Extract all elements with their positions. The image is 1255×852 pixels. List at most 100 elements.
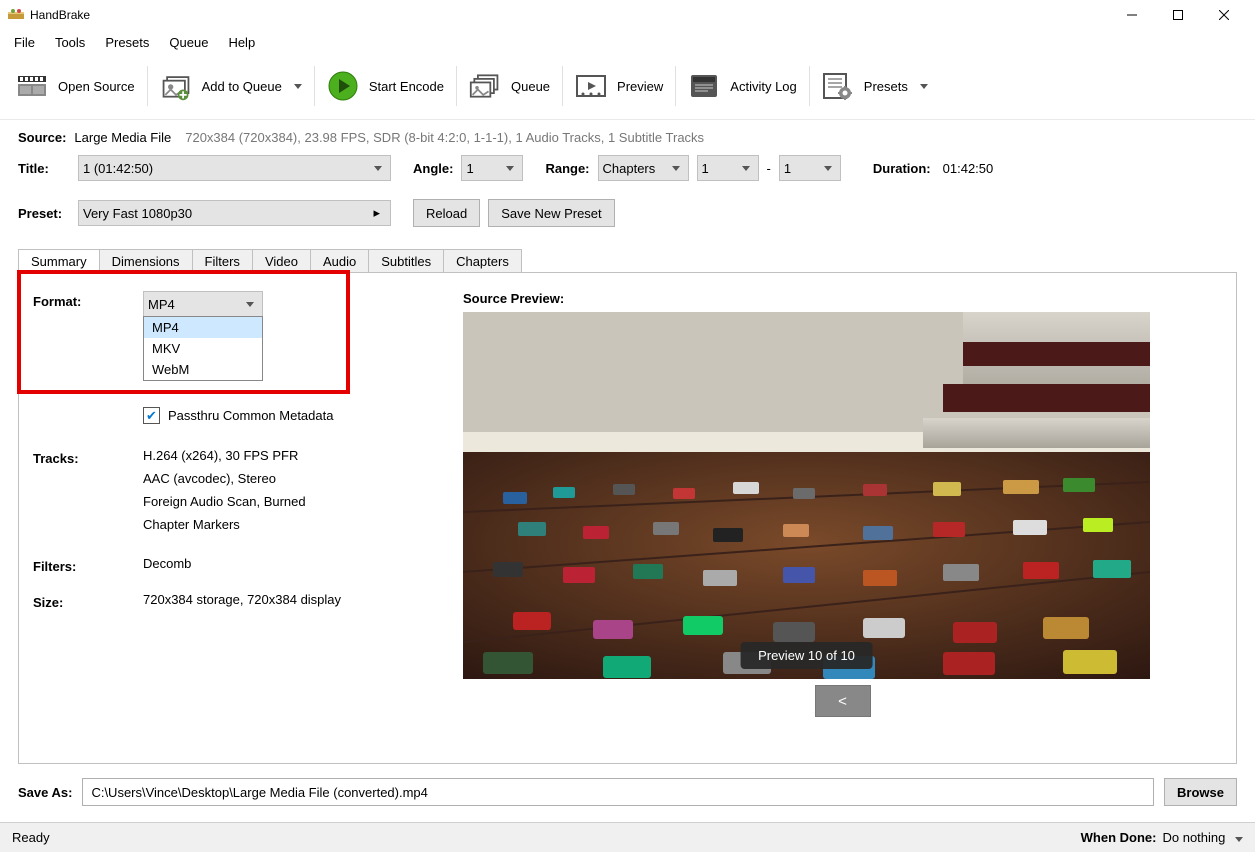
tracks-row: Tracks: H.264 (x264), 30 FPS PFR AAC (av… [33, 448, 463, 532]
add-queue-icon [160, 70, 192, 102]
format-select[interactable]: MP4 [143, 291, 263, 317]
window-title: HandBrake [30, 8, 1109, 22]
title-label: Title: [18, 161, 70, 176]
when-done-value[interactable]: Do nothing [1162, 830, 1243, 845]
toolbar-separator [456, 66, 457, 106]
toolbar-add-to-queue[interactable]: Add to Queue [150, 61, 312, 111]
save-as-input[interactable] [82, 778, 1154, 806]
tab-panel: Format: MP4 MP4 MKV WebM ✔ [18, 272, 1237, 764]
menu-queue[interactable]: Queue [159, 31, 218, 54]
toolbar-queue[interactable]: Queue [459, 61, 560, 111]
menu-help[interactable]: Help [218, 31, 265, 54]
presets-label: Presets [860, 79, 908, 94]
minimize-button[interactable] [1109, 0, 1155, 30]
preset-label: Preset: [18, 206, 70, 221]
play-icon [327, 70, 359, 102]
tab-audio[interactable]: Audio [310, 249, 369, 273]
status-bar: Ready When Done: Do nothing [0, 822, 1255, 852]
tab-filters[interactable]: Filters [192, 249, 253, 273]
save-as-row: Save As: Browse [0, 774, 1255, 818]
title-bar: HandBrake [0, 0, 1255, 30]
track-line: H.264 (x264), 30 FPS PFR [143, 448, 463, 463]
log-icon [688, 70, 720, 102]
preview-column: Source Preview: [463, 291, 1222, 753]
preview-icon [575, 70, 607, 102]
source-name: Large Media File [74, 130, 171, 145]
toolbar-separator [562, 66, 563, 106]
toolbar-open-source[interactable]: Open Source [6, 61, 145, 111]
source-row: Source: Large Media File 720x384 (720x38… [18, 130, 1237, 145]
chevron-down-icon [1235, 837, 1243, 842]
add-to-queue-label: Add to Queue [198, 79, 282, 94]
toolbar-start-encode[interactable]: Start Encode [317, 61, 454, 111]
tab-video[interactable]: Video [252, 249, 311, 273]
size-label: Size: [33, 592, 123, 610]
filters-label: Filters: [33, 556, 123, 574]
browse-button[interactable]: Browse [1164, 778, 1237, 806]
tab-chapters[interactable]: Chapters [443, 249, 522, 273]
reload-button[interactable]: Reload [413, 199, 480, 227]
angle-select[interactable]: 1 [461, 155, 523, 181]
passthru-checkbox[interactable]: ✔ [143, 407, 160, 424]
chevron-down-icon[interactable] [294, 84, 302, 89]
filters-row: Filters: Decomb [33, 556, 463, 574]
format-option-mkv[interactable]: MKV [144, 338, 262, 359]
duration-value: 01:42:50 [943, 161, 994, 176]
preview-prev-button[interactable]: < [815, 685, 871, 717]
format-row: Format: MP4 MP4 MKV WebM ✔ [33, 291, 463, 424]
source-preview-label: Source Preview: [463, 291, 1222, 306]
tab-strip: Summary Dimensions Filters Video Audio S… [18, 249, 1237, 273]
title-row: Title: 1 (01:42:50) Angle: 1 Range: Chap… [18, 155, 1237, 181]
track-line: AAC (avcodec), Stereo [143, 471, 463, 486]
format-option-mp4[interactable]: MP4 [144, 317, 262, 338]
tab-summary[interactable]: Summary [18, 249, 100, 273]
queue-label: Queue [507, 79, 550, 94]
toolbar-separator [147, 66, 148, 106]
format-label: Format: [33, 291, 123, 309]
menu-file[interactable]: File [4, 31, 45, 54]
save-new-preset-button[interactable]: Save New Preset [488, 199, 614, 227]
track-line: Chapter Markers [143, 517, 463, 532]
menu-presets[interactable]: Presets [95, 31, 159, 54]
app-icon [8, 7, 24, 23]
main-content: Source: Large Media File 720x384 (720x38… [0, 120, 1255, 768]
source-info: 720x384 (720x384), 23.98 FPS, SDR (8-bit… [185, 130, 704, 145]
duration-label: Duration: [873, 161, 931, 176]
passthru-row[interactable]: ✔ Passthru Common Metadata [143, 407, 463, 424]
maximize-button[interactable] [1155, 0, 1201, 30]
source-preview-image: Preview 10 of 10 [463, 312, 1150, 679]
source-label: Source: [18, 130, 66, 145]
track-line: Foreign Audio Scan, Burned [143, 494, 463, 509]
menu-bar: File Tools Presets Queue Help [0, 30, 1255, 55]
save-as-label: Save As: [18, 785, 72, 800]
toolbar-preview[interactable]: Preview [565, 61, 673, 111]
menu-tools[interactable]: Tools [45, 31, 95, 54]
toolbar-presets[interactable]: Presets [812, 61, 938, 111]
range-label: Range: [545, 161, 589, 176]
range-type-select[interactable]: Chapters [598, 155, 689, 181]
when-done-label: When Done: [1081, 830, 1157, 845]
preset-row: Preset: Very Fast 1080p30▸ Reload Save N… [18, 199, 1237, 227]
range-from-select[interactable]: 1 [697, 155, 759, 181]
activity-log-label: Activity Log [726, 79, 796, 94]
tracks-label: Tracks: [33, 448, 123, 466]
close-button[interactable] [1201, 0, 1247, 30]
preview-label: Preview [613, 79, 663, 94]
range-to-select[interactable]: 1 [779, 155, 841, 181]
status-text: Ready [12, 830, 50, 845]
angle-label: Angle: [413, 161, 453, 176]
chevron-down-icon[interactable] [920, 84, 928, 89]
toolbar-activity-log[interactable]: Activity Log [678, 61, 806, 111]
title-select[interactable]: 1 (01:42:50) [78, 155, 391, 181]
filters-value: Decomb [143, 556, 463, 571]
toolbar-separator [809, 66, 810, 106]
summary-left: Format: MP4 MP4 MKV WebM ✔ [33, 291, 463, 753]
size-value: 720x384 storage, 720x384 display [143, 592, 463, 607]
preview-counter-badge: Preview 10 of 10 [740, 642, 873, 669]
toolbar-separator [675, 66, 676, 106]
range-separator: - [767, 161, 771, 176]
format-option-webm[interactable]: WebM [144, 359, 262, 380]
tab-dimensions[interactable]: Dimensions [99, 249, 193, 273]
tab-subtitles[interactable]: Subtitles [368, 249, 444, 273]
preset-select[interactable]: Very Fast 1080p30▸ [78, 200, 391, 226]
